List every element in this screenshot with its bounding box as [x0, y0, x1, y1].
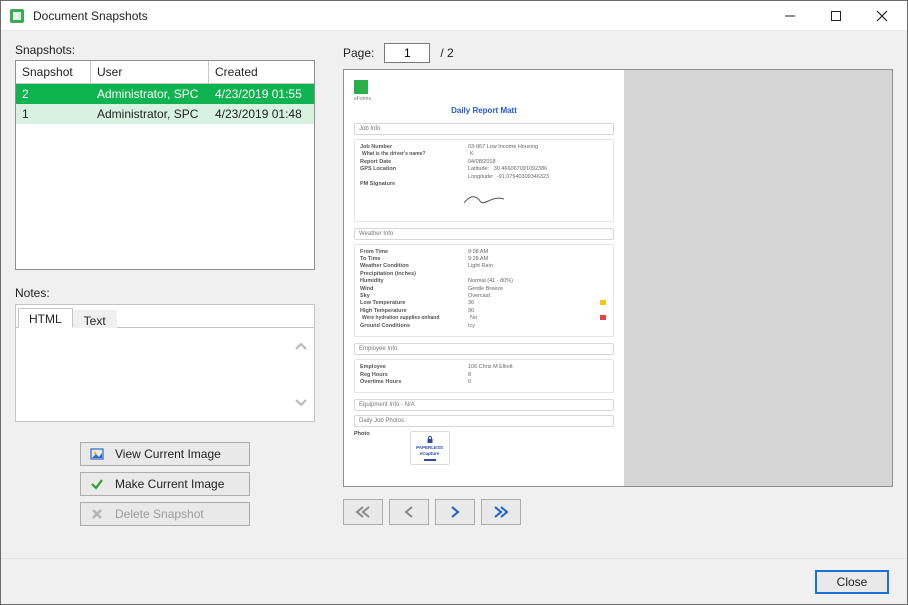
preview-pad: [624, 70, 892, 486]
job-block: Job Number03-067 Low Income Housing What…: [354, 139, 614, 222]
window: Document Snapshots Snapshots: Snapshot U…: [0, 0, 908, 605]
close-window-button[interactable]: [859, 1, 905, 30]
section-equipment: Equipment Info - N/A: [354, 399, 614, 411]
col-created[interactable]: Created: [209, 61, 314, 83]
notes-label: Notes:: [15, 286, 315, 300]
table-row[interactable]: 1 Administrator, SPC 4/23/2019 01:48: [16, 104, 314, 124]
last-page-button[interactable]: [481, 499, 521, 525]
section-weather: Weather Info: [354, 228, 614, 240]
first-page-button[interactable]: [343, 499, 383, 525]
doc-eforms-label: eForms: [354, 96, 614, 102]
cell-snapshot: 2: [16, 84, 91, 104]
window-title: Document Snapshots: [33, 9, 767, 23]
cell-created: 4/23/2019 01:55: [209, 84, 314, 104]
table-row[interactable]: 2 Administrator, SPC 4/23/2019 01:55: [16, 84, 314, 104]
button-label: View Current Image: [115, 447, 221, 461]
cell-snapshot: 1: [16, 104, 91, 124]
view-current-image-button[interactable]: View Current Image: [80, 442, 250, 466]
weather-block: From Time9:08 AM To Time9:28 AM Weather …: [354, 244, 614, 338]
lock-icon: [426, 436, 434, 444]
notes-body[interactable]: [15, 328, 315, 422]
chevron-up-icon[interactable]: [294, 340, 308, 354]
section-job: Job Info: [354, 123, 614, 135]
left-panel: Snapshots: Snapshot User Created 2 Admin…: [15, 43, 315, 544]
nav-buttons: [343, 499, 893, 525]
section-employee: Employee Info: [354, 343, 614, 355]
col-user[interactable]: User: [91, 61, 209, 83]
flag-red-icon: [600, 315, 606, 320]
tab-html[interactable]: HTML: [18, 308, 73, 328]
prev-page-button[interactable]: [389, 499, 429, 525]
notes-tabs: HTML Text: [15, 304, 315, 328]
cell-user: Administrator, SPC: [91, 84, 209, 104]
button-label: Make Current Image: [115, 477, 224, 491]
cell-created: 4/23/2019 01:48: [209, 104, 314, 124]
close-button[interactable]: Close: [815, 570, 889, 594]
doc-logo-icon: [354, 80, 368, 94]
page-total: / 2: [440, 46, 453, 60]
check-icon: [89, 476, 105, 492]
maximize-button[interactable]: [813, 1, 859, 30]
document-preview[interactable]: eForms Daily Report Matt Job Info Job Nu…: [343, 69, 893, 487]
delete-snapshot-button[interactable]: Delete Snapshot: [80, 502, 250, 526]
employee-block: Employee106 Chris M Elliott Reg Hours8 O…: [354, 359, 614, 393]
footer: Close: [1, 558, 907, 604]
col-snapshot[interactable]: Snapshot: [16, 61, 91, 83]
action-buttons: View Current Image Make Current Image De…: [15, 442, 315, 526]
document-page: eForms Daily Report Matt Job Info Job Nu…: [344, 70, 624, 486]
scroll-hint[interactable]: [294, 340, 310, 410]
cell-user: Administrator, SPC: [91, 104, 209, 124]
minimize-button[interactable]: [767, 1, 813, 30]
photo-block: Photo PAPERLESS eCapture: [354, 431, 614, 465]
page-bar: Page: / 2: [343, 43, 893, 63]
content: Snapshots: Snapshot User Created 2 Admin…: [1, 31, 907, 558]
button-label: Delete Snapshot: [115, 507, 204, 521]
right-panel: Page: / 2 eForms Daily Report Matt Job I…: [343, 43, 893, 544]
flag-yellow-icon: [600, 300, 606, 305]
window-controls: [767, 1, 905, 30]
make-current-image-button[interactable]: Make Current Image: [80, 472, 250, 496]
page-label: Page:: [343, 46, 374, 60]
image-icon: [89, 446, 105, 462]
titlebar: Document Snapshots: [1, 1, 907, 31]
photo-thumb: PAPERLESS eCapture: [410, 431, 450, 465]
snapshots-label: Snapshots:: [15, 43, 315, 57]
tab-text[interactable]: Text: [73, 310, 117, 330]
section-photos: Daily Job Photos: [354, 415, 614, 427]
signature-icon: [360, 193, 608, 209]
delete-icon: [89, 506, 105, 522]
doc-title: Daily Report Matt: [354, 106, 614, 115]
snapshots-grid[interactable]: Snapshot User Created 2 Administrator, S…: [15, 60, 315, 270]
app-icon: [9, 8, 25, 24]
chevron-down-icon[interactable]: [294, 396, 308, 410]
next-page-button[interactable]: [435, 499, 475, 525]
grid-header: Snapshot User Created: [16, 61, 314, 84]
page-input[interactable]: [384, 43, 430, 63]
